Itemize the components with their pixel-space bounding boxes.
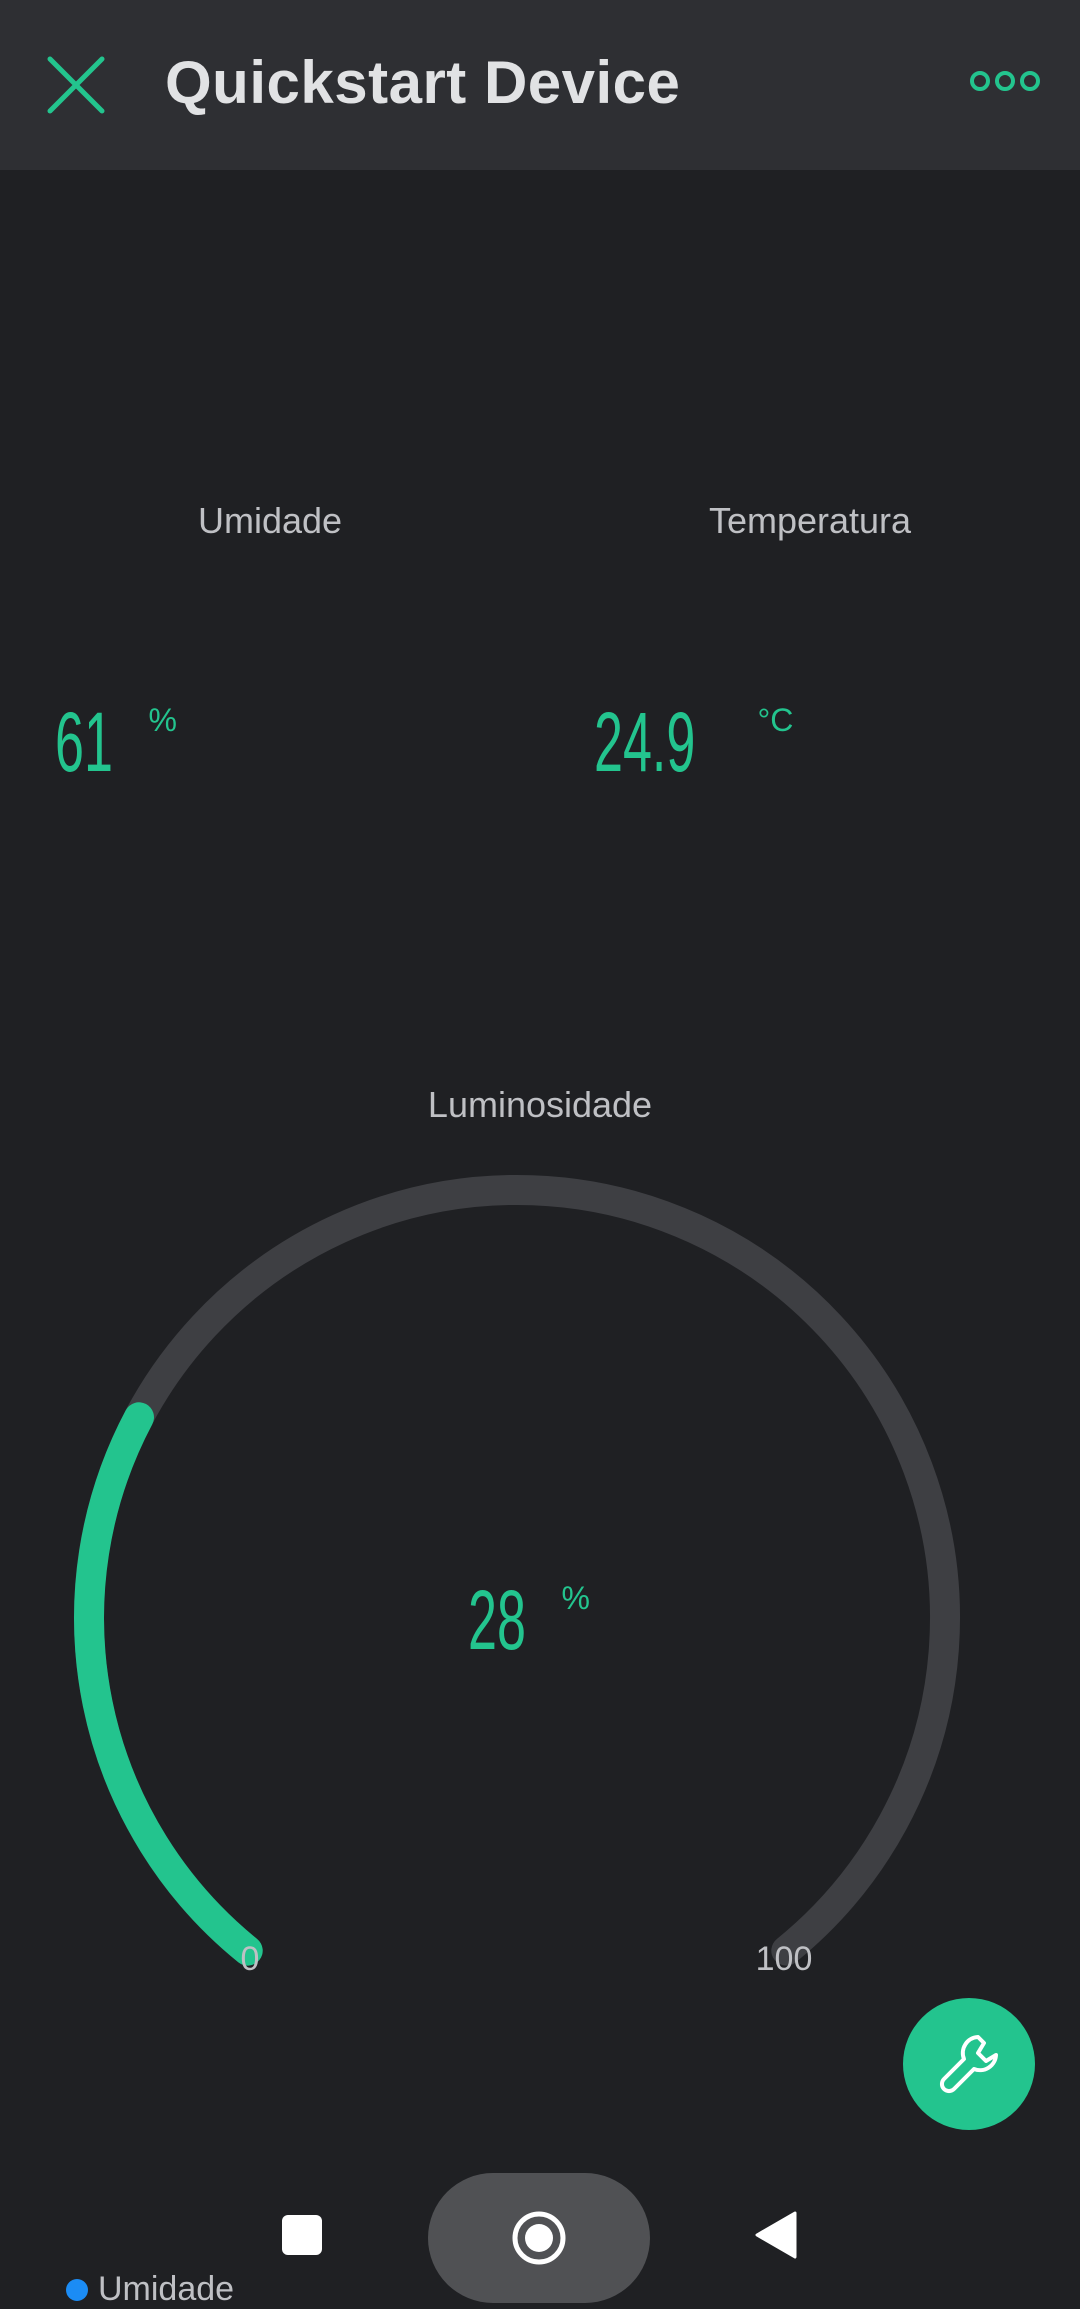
umidade-value: 61 xyxy=(55,695,113,789)
more-options-icon xyxy=(970,71,1040,91)
back-icon xyxy=(755,2211,797,2259)
home-icon xyxy=(512,2211,566,2265)
close-icon xyxy=(47,56,105,114)
chart-legend: Umidade xyxy=(66,2270,234,2309)
app-bar: Quickstart Device xyxy=(0,0,1080,170)
umidade-value-display[interactable]: 61% xyxy=(55,700,177,784)
luminosidade-unit: % xyxy=(561,1580,590,1616)
luminosidade-value: 28 xyxy=(468,1573,526,1667)
legend-label: Umidade xyxy=(98,2270,235,2308)
luminosidade-label: Luminosidade xyxy=(427,1084,653,1125)
page-title: Quickstart Device xyxy=(165,49,681,116)
gauge-track xyxy=(74,1175,960,1966)
settings-fab-button[interactable] xyxy=(903,1998,1035,2130)
recents-icon xyxy=(282,2215,322,2255)
temperatura-value: 24.9 xyxy=(594,695,696,789)
more-options-button[interactable] xyxy=(960,50,1050,112)
wrench-icon xyxy=(939,2035,998,2094)
gauge-min-label: 0 xyxy=(240,1940,260,1978)
luminosidade-value-display: 28% xyxy=(468,1578,590,1662)
umidade-unit: % xyxy=(148,702,177,738)
back-button[interactable] xyxy=(735,2195,815,2275)
home-button[interactable] xyxy=(428,2173,650,2303)
legend-dot xyxy=(66,2278,88,2301)
temperatura-label: Temperatura xyxy=(708,500,912,541)
close-button[interactable] xyxy=(36,45,116,125)
temperatura-value-display[interactable]: 24.9 °C xyxy=(594,700,793,784)
luminosidade-gauge[interactable] xyxy=(0,1150,1080,1970)
umidade-label: Umidade xyxy=(197,500,343,541)
gauge-max-label: 100 xyxy=(755,1940,813,1978)
gauge-fill xyxy=(74,1402,263,1966)
recents-button[interactable] xyxy=(262,2195,342,2275)
temperatura-unit: °C xyxy=(757,702,794,738)
